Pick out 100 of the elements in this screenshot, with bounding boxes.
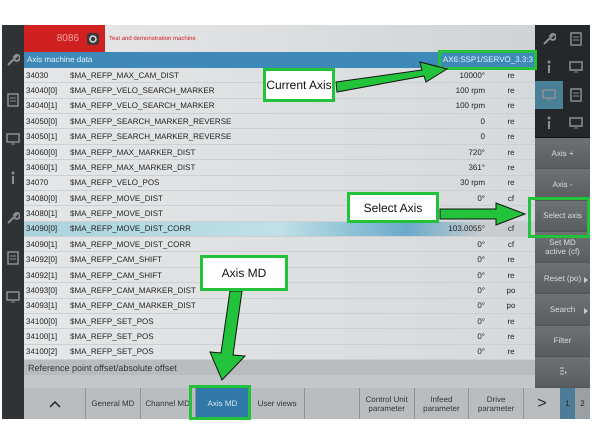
table-row[interactable]: 34060[0] $MA_REFP_MAX_MARKER_DIST 720° re <box>24 144 535 160</box>
side-softkey[interactable]: Search <box>535 294 590 326</box>
md-name: $MA_REFP_MOVE_DIST_CORR <box>69 240 191 249</box>
md-value: 0° <box>476 347 485 356</box>
wrench-icon[interactable] <box>542 32 556 46</box>
side-softkey[interactable]: Filter <box>535 326 590 357</box>
document-icon[interactable] <box>7 93 19 107</box>
highlight-frame <box>189 385 251 420</box>
monitor-icon[interactable] <box>6 291 20 303</box>
md-value: 0° <box>476 255 485 264</box>
info-icon[interactable] <box>546 60 552 74</box>
md-activation: re <box>506 116 515 126</box>
monitor-icon[interactable] <box>6 133 20 145</box>
md-value: 0 <box>480 116 485 126</box>
md-number: 34030 <box>25 70 48 80</box>
md-activation: po <box>506 286 516 295</box>
table-row[interactable]: 34070 $MA_REFP_VELO_POS 30 rpm re <box>24 176 535 191</box>
axis-name: AX6:SSP1/SERVO_3.3:3 <box>442 55 533 64</box>
md-name: $MA_REFP_CAM_MARKER_DIST <box>69 301 196 310</box>
table-row[interactable]: 34090[1] $MA_REFP_MOVE_DIST_CORR 0° cf <box>24 237 535 252</box>
md-activation: re <box>506 316 515 326</box>
md-activation: cf <box>506 240 514 249</box>
md-number: 34080[1] <box>25 209 58 218</box>
md-number: 34093[1] <box>25 301 58 310</box>
md-value: 0 <box>480 132 485 142</box>
md-value: 100 rpm <box>454 86 485 96</box>
callout-tooltip: Current Axis <box>263 68 335 102</box>
status-text: Reference point offset/absolute offset <box>28 362 177 373</box>
md-activation: re <box>506 270 515 280</box>
document-icon[interactable] <box>7 251 19 265</box>
md-name: $MA_REFP_MAX_MARKER_DIST <box>69 162 196 172</box>
side-softkey[interactable]: Axis - <box>535 169 590 200</box>
md-value: 0° <box>476 332 485 342</box>
md-number: 34050[0] <box>25 116 58 126</box>
md-value: 0° <box>476 240 485 249</box>
md-activation: re <box>506 148 515 157</box>
info-icon[interactable] <box>10 171 16 185</box>
document-icon[interactable] <box>570 32 582 46</box>
md-name: $MA_REFP_MOVE_DIST_CORR <box>69 224 191 234</box>
info-icon[interactable] <box>546 116 552 130</box>
md-activation: re <box>506 178 515 188</box>
wrench-icon[interactable] <box>6 53 20 67</box>
md-value: 720° <box>467 148 485 157</box>
md-value: 0° <box>476 194 485 203</box>
md-activation: re <box>506 162 515 172</box>
md-value: 10000° <box>458 70 485 80</box>
monitor-icon[interactable] <box>569 61 584 73</box>
side-softkey[interactable]: Axis + <box>535 138 590 170</box>
md-number: 34092[0] <box>25 255 58 264</box>
md-number: 34050[1] <box>25 132 58 142</box>
table-row[interactable]: 34090[0] $MA_REFP_MOVE_DIST_CORR 103.0055° cf <box>24 222 535 238</box>
md-name: $MA_REFP_SEARCH_MARKER_REVERSE <box>69 116 232 126</box>
md-activation: po <box>506 301 516 310</box>
md-value: 361° <box>467 162 485 172</box>
md-number: 34090[0] <box>25 224 58 234</box>
md-name: $MA_REFP_VELO_SEARCH_MARKER <box>69 86 214 96</box>
side-softkey[interactable]: Reset (po) <box>535 263 590 294</box>
wrench-icon[interactable] <box>6 211 20 225</box>
md-activation: re <box>506 347 515 356</box>
md-name: $MA_REFP_SET_POS <box>69 316 154 326</box>
md-name: $MA_REFP_SET_POS <box>69 332 154 342</box>
md-value: 0° <box>476 270 485 280</box>
md-number: 34040[1] <box>25 101 58 110</box>
md-number: 34060[0] <box>25 148 58 157</box>
md-activation: cf <box>506 224 514 234</box>
md-value: 0° <box>476 316 485 326</box>
md-activation: cf <box>506 194 514 203</box>
callout-tooltip: Axis MD <box>200 255 288 291</box>
md-name: $MA_REFP_MAX_MARKER_DIST <box>69 148 196 157</box>
reset-icon[interactable] <box>87 32 99 44</box>
table-row[interactable]: 34050[0] $MA_REFP_SEARCH_MARKER_REVERSE 0 re <box>24 114 535 130</box>
page-button[interactable]: 1 <box>560 388 575 419</box>
md-value: 100 rpm <box>454 101 485 110</box>
caret-up-icon <box>48 400 60 408</box>
list-icon <box>558 366 566 377</box>
md-activation: re <box>506 332 515 342</box>
document-icon[interactable] <box>570 88 582 102</box>
md-number: 34070 <box>25 178 48 188</box>
md-name: $MA_REFP_CAM_SHIFT <box>69 270 162 280</box>
md-name: $MA_REFP_CAM_SHIFT <box>69 255 162 264</box>
callout-tooltip: Select Axis <box>347 192 439 223</box>
md-name: $MA_REFP_MOVE_DIST <box>69 194 163 203</box>
md-number: 34100[0] <box>25 316 58 326</box>
monitor-icon[interactable] <box>569 117 584 129</box>
table-row[interactable]: 34060[1] $MA_REFP_MAX_MARKER_DIST 361° re <box>24 160 535 176</box>
table-row[interactable]: 34050[1] $MA_REFP_SEARCH_MARKER_REVERSE 0 re <box>24 129 535 145</box>
highlight-frame <box>528 197 590 238</box>
md-name: $MA_REFP_VELO_SEARCH_MARKER <box>69 101 214 110</box>
md-name: $MA_REFP_SEARCH_MARKER_REVERSE <box>69 132 232 142</box>
md-number: 34090[1] <box>25 240 58 249</box>
side-softkey[interactable]: Select axis <box>535 200 590 232</box>
md-name: $MA_REFP_MAX_CAM_DIST <box>69 70 179 80</box>
md-number: 34060[1] <box>25 162 58 172</box>
md-number: 34093[0] <box>25 286 58 295</box>
md-name: $MA_REFP_CAM_MARKER_DIST <box>69 286 196 295</box>
md-value: 0° <box>476 301 485 310</box>
md-number: 34080[0] <box>25 194 58 203</box>
md-activation: re <box>506 132 515 142</box>
md-name: $MA_REFP_VELO_POS <box>69 178 160 188</box>
page-button[interactable]: 2 <box>575 388 590 419</box>
